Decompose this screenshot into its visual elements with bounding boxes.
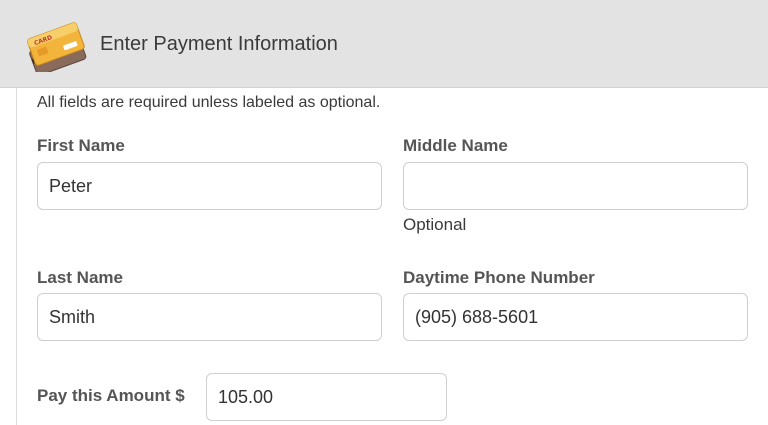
last-name-label: Last Name <box>37 268 123 287</box>
middle-name-label: Middle Name <box>403 136 508 155</box>
amount-input[interactable] <box>206 373 447 421</box>
middle-name-input[interactable] <box>403 162 748 210</box>
phone-label: Daytime Phone Number <box>403 268 595 287</box>
panel-header: CARD Enter Payment Information <box>0 0 768 88</box>
panel-title: Enter Payment Information <box>100 33 338 55</box>
payment-panel: CARD Enter Payment Information All field… <box>0 0 768 425</box>
middle-name-optional-hint: Optional <box>403 215 467 234</box>
last-name-input[interactable] <box>37 293 382 341</box>
phone-input[interactable] <box>403 293 748 341</box>
amount-label: Pay this Amount $ <box>37 386 185 405</box>
required-fields-note: All fields are required unless labeled a… <box>37 94 381 111</box>
first-name-label: First Name <box>37 136 125 155</box>
credit-card-icon: CARD <box>27 22 87 72</box>
first-name-input[interactable] <box>37 162 382 210</box>
